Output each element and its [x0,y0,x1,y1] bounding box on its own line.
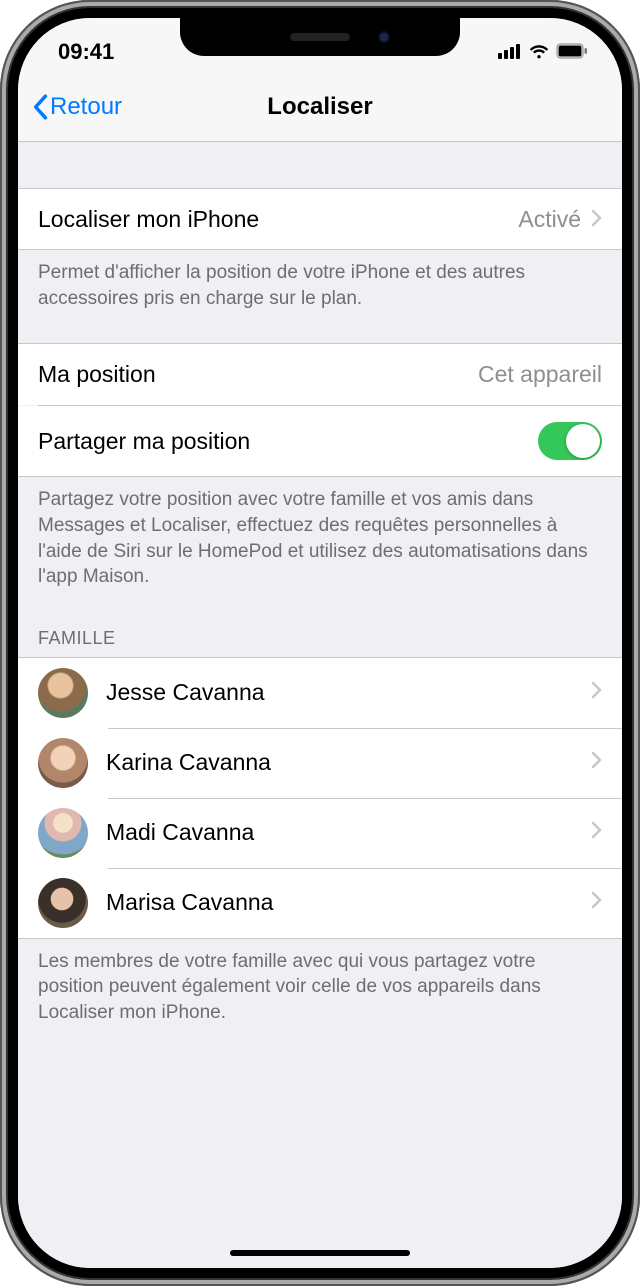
wifi-icon [528,39,550,65]
chevron-right-icon [591,681,602,704]
share-location-cell: Partager ma position [18,406,622,477]
my-location-label: Ma position [38,361,156,388]
family-member-name: Jesse Cavanna [106,679,573,706]
nav-bar: Retour Localiser [18,72,622,142]
family-member-name: Marisa Cavanna [106,889,573,916]
share-location-toggle[interactable] [538,422,602,460]
page-title: Localiser [18,93,622,121]
cellular-icon [498,39,522,65]
screen: 09:41 Retour Localiser [18,18,622,1268]
chevron-right-icon [591,891,602,914]
family-member-row[interactable]: Karina Cavanna [18,728,622,798]
family-footer: Les membres de votre famille avec qui vo… [18,939,622,1040]
battery-icon [556,39,588,65]
family-member-row[interactable]: Marisa Cavanna [18,868,622,938]
avatar [38,808,88,858]
avatar [38,878,88,928]
find-my-iphone-value: Activé [518,206,581,233]
find-my-iphone-label: Localiser mon iPhone [38,206,259,233]
chevron-right-icon [591,821,602,844]
family-header: FAMILLE [18,604,622,657]
home-indicator[interactable] [230,1250,410,1256]
family-member-row[interactable]: Jesse Cavanna [18,658,622,728]
family-list: Jesse Cavanna Karina Cavanna Madi Cavanna M… [18,657,622,939]
family-member-row[interactable]: Madi Cavanna [18,798,622,868]
settings-content: Localiser mon iPhone Activé Permet d'aff… [18,142,622,1268]
avatar [38,668,88,718]
my-location-cell[interactable]: Ma position Cet appareil [18,343,622,405]
iphone-device-frame: 09:41 Retour Localiser [0,0,640,1286]
avatar [38,738,88,788]
family-member-name: Madi Cavanna [106,819,573,846]
share-location-footer: Partagez votre position avec votre famil… [18,477,622,604]
find-my-iphone-footer: Permet d'afficher la position de votre i… [18,250,622,325]
status-time: 09:41 [58,39,114,65]
notch [180,18,460,56]
my-location-value: Cet appareil [478,361,602,388]
family-member-name: Karina Cavanna [106,749,573,776]
chevron-right-icon [591,751,602,774]
find-my-iphone-cell[interactable]: Localiser mon iPhone Activé [18,188,622,250]
share-location-label: Partager ma position [38,428,250,455]
chevron-right-icon [591,206,602,233]
